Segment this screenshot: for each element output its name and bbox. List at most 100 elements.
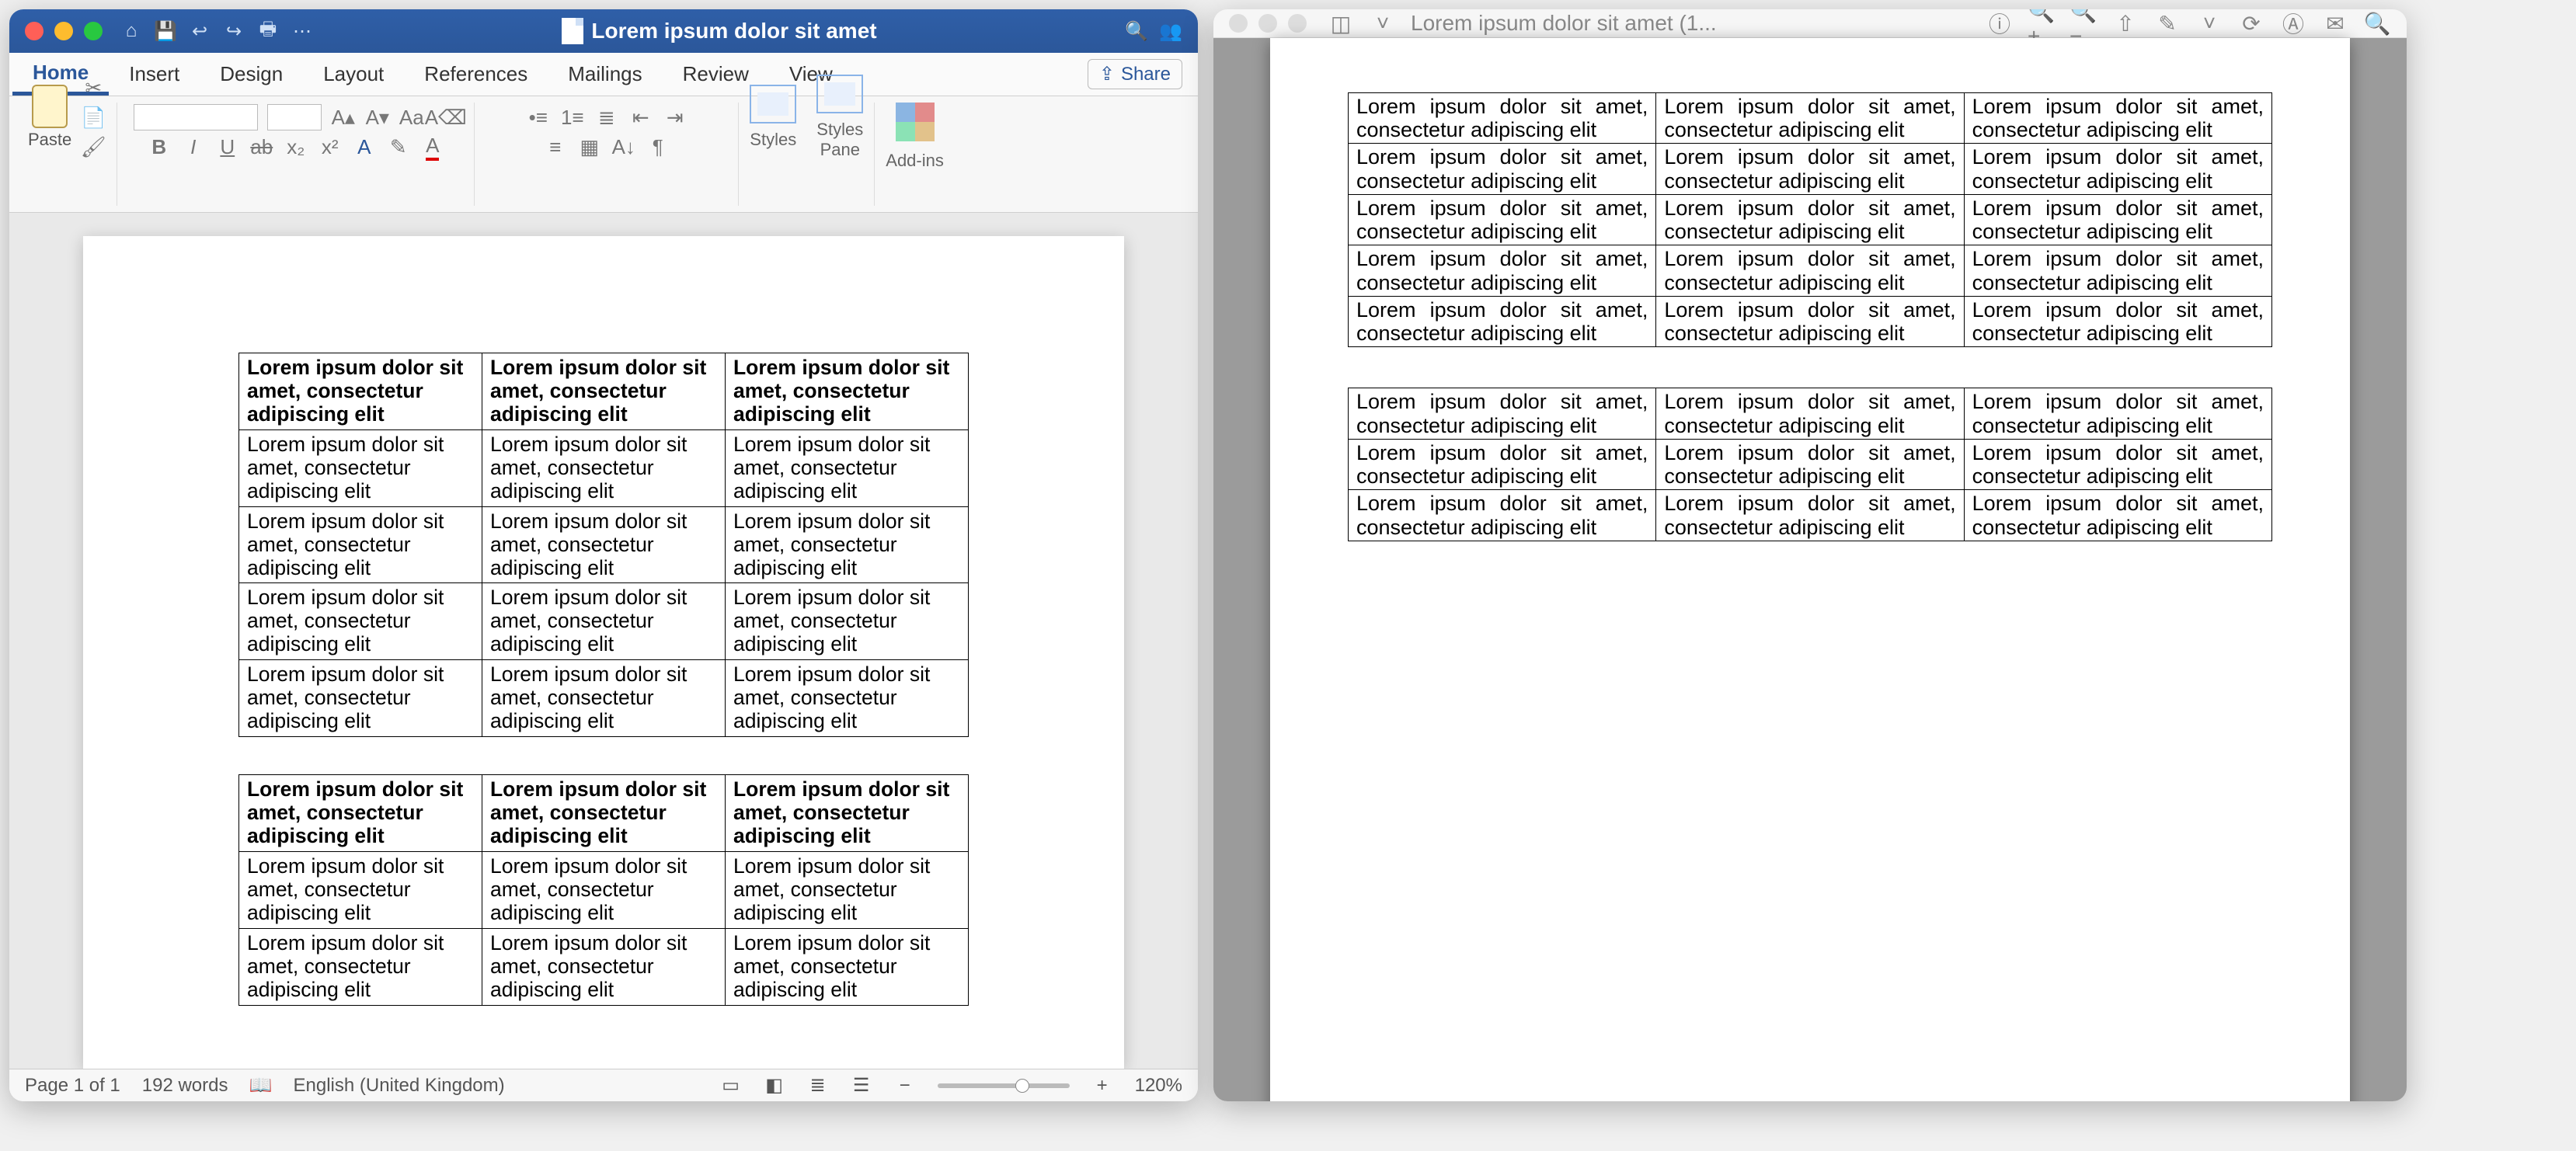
- table-cell[interactable]: Lorem ipsum dolor sit amet, consectetur …: [239, 660, 482, 737]
- align-left-icon[interactable]: ≡: [543, 134, 568, 159]
- undo-icon[interactable]: ↩: [188, 19, 211, 43]
- styles-pane-button[interactable]: Styles Pane: [816, 75, 863, 160]
- table-cell[interactable]: Lorem ipsum dolor sit amet, consectetur …: [1656, 439, 1964, 489]
- cut-icon[interactable]: ✂: [81, 75, 106, 100]
- font-color-icon[interactable]: A: [420, 134, 445, 159]
- highlight-preview-icon[interactable]: Ⓐ: [2279, 9, 2307, 37]
- table-cell[interactable]: Lorem ipsum dolor sit amet, consectetur …: [482, 506, 726, 583]
- table-cell[interactable]: Lorem ipsum dolor sit amet, consectetur …: [239, 851, 482, 928]
- document-scroll-area[interactable]: Lorem ipsum dolor sit amet, consectetur …: [9, 213, 1198, 1069]
- share-toolbar-icon[interactable]: 👥: [1159, 19, 1182, 43]
- crop-icon[interactable]: ✉: [2321, 9, 2349, 37]
- multilevel-icon[interactable]: ≣: [594, 105, 619, 130]
- share-button[interactable]: ⇪Share: [1088, 59, 1182, 89]
- zoom-thumb[interactable]: [1015, 1079, 1029, 1093]
- outline-view-icon[interactable]: ☰: [851, 1076, 872, 1095]
- preview-maximize-button[interactable]: [1288, 14, 1307, 33]
- tab-mailings[interactable]: Mailings: [548, 53, 662, 96]
- zoom-in-preview-icon[interactable]: 🔍+: [2028, 9, 2056, 37]
- table-cell[interactable]: Lorem ipsum dolor sit amet, consectetur …: [1964, 439, 2271, 489]
- show-marks-icon[interactable]: ¶: [646, 134, 670, 159]
- table-header-cell[interactable]: Lorem ipsum dolor sit amet, consectetur …: [1656, 388, 1964, 439]
- table-cell[interactable]: Lorem ipsum dolor sit amet, consectetur …: [239, 429, 482, 506]
- table-cell[interactable]: Lorem ipsum dolor sit amet, consectetur …: [1349, 245, 1656, 296]
- clear-format-icon[interactable]: A⌫: [433, 105, 458, 130]
- table-header-cell[interactable]: Lorem ipsum dolor sit amet, consectetur …: [1656, 93, 1964, 144]
- numbering-icon[interactable]: 1≡: [560, 105, 585, 130]
- zoom-out-preview-icon[interactable]: 🔍−: [2070, 9, 2097, 37]
- table-cell[interactable]: Lorem ipsum dolor sit amet, consectetur …: [1656, 490, 1964, 541]
- zoom-slider[interactable]: [938, 1083, 1070, 1088]
- table-cell[interactable]: Lorem ipsum dolor sit amet, consectetur …: [1656, 245, 1964, 296]
- table-header-cell[interactable]: Lorem ipsum dolor sit amet, consectetur …: [726, 775, 969, 852]
- markup-icon[interactable]: ✎: [2153, 9, 2181, 37]
- copy-icon[interactable]: 📄: [81, 105, 106, 130]
- highlight-icon[interactable]: ✎: [386, 134, 411, 159]
- table-cell[interactable]: Lorem ipsum dolor sit amet, consectetur …: [1656, 194, 1964, 245]
- font-family-select[interactable]: [134, 104, 258, 130]
- zoom-percent[interactable]: 120%: [1135, 1075, 1182, 1097]
- table-cell[interactable]: Lorem ipsum dolor sit amet, consectetur …: [1349, 144, 1656, 194]
- maximize-window-button[interactable]: [84, 22, 103, 40]
- table-cell[interactable]: Lorem ipsum dolor sit amet, consectetur …: [726, 583, 969, 660]
- search-preview-icon[interactable]: 🔍: [2363, 9, 2391, 37]
- table-cell[interactable]: Lorem ipsum dolor sit amet, consectetur …: [1964, 194, 2271, 245]
- status-language[interactable]: English (United Kingdom): [294, 1075, 505, 1097]
- table-cell[interactable]: Lorem ipsum dolor sit amet, consectetur …: [1656, 296, 1964, 346]
- chevron-down-icon[interactable]: ˅: [1369, 9, 1397, 37]
- paste-button[interactable]: Paste: [28, 85, 71, 150]
- tab-insert[interactable]: Insert: [109, 53, 200, 96]
- more-icon[interactable]: ⋯: [291, 19, 314, 43]
- change-case-icon[interactable]: Aa: [399, 105, 424, 130]
- tab-design[interactable]: Design: [200, 53, 303, 96]
- italic-icon[interactable]: I: [181, 134, 206, 159]
- borders-icon[interactable]: ▦: [577, 134, 602, 159]
- subscript-icon[interactable]: x₂: [284, 134, 308, 159]
- table-cell[interactable]: Lorem ipsum dolor sit amet, consectetur …: [1349, 296, 1656, 346]
- table-cell[interactable]: Lorem ipsum dolor sit amet, consectetur …: [1964, 490, 2271, 541]
- table-cell[interactable]: Lorem ipsum dolor sit amet, consectetur …: [1349, 439, 1656, 489]
- table-header-cell[interactable]: Lorem ipsum dolor sit amet, consectetur …: [1964, 388, 2271, 439]
- addins-button[interactable]: Add-ins: [886, 103, 944, 171]
- table-cell[interactable]: Lorem ipsum dolor sit amet, consectetur …: [1964, 144, 2271, 194]
- preview-close-button[interactable]: [1229, 14, 1248, 33]
- preview-body[interactable]: Lorem ipsum dolor sit amet, consectetur …: [1213, 38, 2407, 1101]
- table-cell[interactable]: Lorem ipsum dolor sit amet, consectetur …: [239, 583, 482, 660]
- table-header-cell[interactable]: Lorem ipsum dolor sit amet, consectetur …: [239, 353, 482, 430]
- table-cell[interactable]: Lorem ipsum dolor sit amet, consectetur …: [726, 851, 969, 928]
- share-preview-icon[interactable]: ⇧: [2111, 9, 2139, 37]
- table-cell[interactable]: Lorem ipsum dolor sit amet, consectetur …: [1964, 245, 2271, 296]
- rotate-icon[interactable]: ⟳: [2237, 9, 2265, 37]
- preview-minimize-button[interactable]: [1258, 14, 1277, 33]
- table-cell[interactable]: Lorem ipsum dolor sit amet, consectetur …: [482, 583, 726, 660]
- tab-layout[interactable]: Layout: [303, 53, 404, 96]
- bold-icon[interactable]: B: [147, 134, 172, 159]
- save-icon[interactable]: 💾: [154, 19, 177, 43]
- table-header-cell[interactable]: Lorem ipsum dolor sit amet, consectetur …: [1964, 93, 2271, 144]
- chevron-down-2-icon[interactable]: ˅: [2195, 9, 2223, 37]
- text-effects-icon[interactable]: A: [352, 134, 377, 159]
- table-cell[interactable]: Lorem ipsum dolor sit amet, consectetur …: [726, 928, 969, 1005]
- status-words[interactable]: 192 words: [142, 1075, 228, 1097]
- increase-indent-icon[interactable]: ⇥: [663, 105, 688, 130]
- table-cell[interactable]: Lorem ipsum dolor sit amet, consectetur …: [482, 429, 726, 506]
- bullets-icon[interactable]: •≡: [526, 105, 551, 130]
- table-cell[interactable]: Lorem ipsum dolor sit amet, consectetur …: [726, 506, 969, 583]
- table-header-cell[interactable]: Lorem ipsum dolor sit amet, consectetur …: [1349, 388, 1656, 439]
- grow-font-icon[interactable]: A▴: [331, 105, 356, 130]
- home-icon[interactable]: ⌂: [120, 19, 143, 43]
- table-header-cell[interactable]: Lorem ipsum dolor sit amet, consectetur …: [482, 353, 726, 430]
- table-cell[interactable]: Lorem ipsum dolor sit amet, consectetur …: [482, 660, 726, 737]
- styles-button[interactable]: Styles: [750, 85, 796, 150]
- superscript-icon[interactable]: x²: [318, 134, 343, 159]
- document-page[interactable]: Lorem ipsum dolor sit amet, consectetur …: [83, 236, 1124, 1069]
- spellcheck-icon[interactable]: 📖: [250, 1076, 272, 1095]
- table-cell[interactable]: Lorem ipsum dolor sit amet, consectetur …: [1349, 194, 1656, 245]
- table-cell[interactable]: Lorem ipsum dolor sit amet, consectetur …: [239, 506, 482, 583]
- table-header-cell[interactable]: Lorem ipsum dolor sit amet, consectetur …: [482, 775, 726, 852]
- sidebar-toggle-icon[interactable]: ◫: [1327, 9, 1355, 37]
- redo-icon[interactable]: ↪: [222, 19, 245, 43]
- focus-view-icon[interactable]: ◧: [764, 1076, 785, 1095]
- table-cell[interactable]: Lorem ipsum dolor sit amet, consectetur …: [482, 851, 726, 928]
- table-cell[interactable]: Lorem ipsum dolor sit amet, consectetur …: [239, 928, 482, 1005]
